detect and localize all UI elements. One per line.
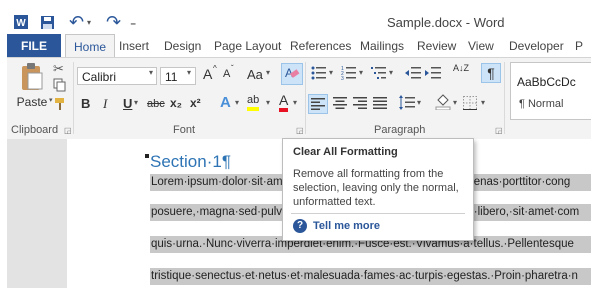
clipboard-launcher-icon[interactable]: ◲: [64, 126, 72, 135]
svg-text:W: W: [16, 18, 26, 29]
paragraph-handle-icon: [145, 154, 149, 158]
change-case-button[interactable]: Aa: [247, 67, 263, 82]
tab-insert[interactable]: Insert: [119, 34, 149, 58]
clear-formatting-tooltip: Clear All Formatting Remove all formatti…: [282, 138, 474, 241]
subscript-button[interactable]: x₂: [170, 96, 182, 110]
undo-icon[interactable]: ↶: [69, 8, 84, 36]
format-painter-icon[interactable]: [53, 97, 67, 114]
shrink-font-button[interactable]: A: [223, 68, 230, 80]
help-icon: ?: [293, 219, 307, 233]
bullets-dropdown-icon[interactable]: ▾: [329, 68, 333, 77]
numbering-icon[interactable]: 123: [341, 66, 357, 83]
style-preview: AaBbCcDc: [517, 75, 576, 89]
align-left-button[interactable]: [308, 94, 328, 114]
word-window: W ↶ ▾ ↷ ₌ Sample.docx - Word FILE Home I…: [0, 0, 591, 288]
clear-formatting-button[interactable]: A: [281, 63, 303, 85]
tab-truncated[interactable]: P: [575, 34, 583, 58]
tab-mailings[interactable]: Mailings: [360, 34, 404, 58]
document-heading[interactable]: Section·1¶: [150, 152, 231, 172]
style-normal-tile[interactable]: AaBbCcDc ¶ Normal: [510, 62, 591, 120]
tab-design[interactable]: Design: [164, 34, 201, 58]
sort-button[interactable]: A↓Z: [453, 64, 469, 73]
grow-font-caret-icon: ^: [213, 64, 217, 73]
save-icon[interactable]: [40, 8, 55, 36]
paste-icon: [22, 63, 43, 90]
document-text-line[interactable]: tristique·senectus·et·netus·et·malesuada…: [150, 268, 591, 285]
font-size-dropdown-icon[interactable]: ▾: [187, 68, 191, 77]
text-effects-dropdown-icon[interactable]: ▾: [235, 98, 239, 107]
paragraph-launcher-icon[interactable]: ◲: [495, 126, 503, 135]
font-color-button[interactable]: A: [279, 93, 289, 112]
copy-icon[interactable]: [53, 78, 67, 95]
ribbon-tabs: FILE Home Insert Design Page Layout Refe…: [7, 34, 591, 59]
justify-icon[interactable]: [373, 97, 387, 112]
multilevel-list-icon[interactable]: [371, 66, 387, 83]
shading-icon[interactable]: [435, 94, 451, 113]
paste-label: Paste: [16, 95, 48, 109]
svg-text:3: 3: [341, 76, 344, 80]
superscript-button[interactable]: x²: [190, 96, 201, 110]
bold-button[interactable]: B: [81, 96, 90, 111]
tell-me-more-label: Tell me more: [313, 220, 381, 232]
tab-developer[interactable]: Developer: [509, 34, 564, 58]
highlight-dropdown-icon[interactable]: ▾: [266, 98, 270, 107]
customize-qat-icon[interactable]: ₌: [130, 8, 136, 36]
italic-button[interactable]: I: [103, 96, 107, 112]
strikethrough-button[interactable]: abc: [147, 98, 165, 110]
tooltip-divider: [291, 213, 465, 214]
multilevel-dropdown-icon[interactable]: ▾: [389, 68, 393, 77]
line-spacing-dropdown-icon[interactable]: ▾: [417, 98, 421, 107]
borders-dropdown-icon[interactable]: ▾: [481, 98, 485, 107]
underline-button[interactable]: U: [123, 96, 132, 111]
grow-font-button[interactable]: A: [203, 66, 212, 82]
tooltip-description: Remove all formatting from the selection…: [293, 168, 459, 208]
align-center-icon[interactable]: [333, 97, 347, 112]
redo-icon[interactable]: ↷: [106, 8, 121, 36]
tab-view[interactable]: View: [468, 34, 494, 58]
tab-references[interactable]: References: [290, 34, 351, 58]
tab-review[interactable]: Review: [417, 34, 456, 58]
window-title: Sample.docx - Word: [387, 15, 505, 30]
font-name-dropdown-icon[interactable]: ▾: [149, 68, 153, 77]
paragraph-group-label: Paragraph: [374, 124, 426, 136]
font-name-input[interactable]: Calibri: [77, 67, 157, 85]
numbering-dropdown-icon[interactable]: ▾: [359, 68, 363, 77]
underline-dropdown-icon[interactable]: ▾: [134, 98, 138, 107]
tab-page-layout[interactable]: Page Layout: [214, 34, 281, 58]
paste-dropdown-icon[interactable]: ▾: [49, 96, 53, 104]
font-color-dropdown-icon[interactable]: ▾: [293, 98, 297, 107]
paste-button[interactable]: Paste: [15, 62, 49, 114]
style-name: ¶ Normal: [519, 98, 564, 110]
decrease-indent-icon[interactable]: [405, 66, 421, 83]
text-effects-button[interactable]: A: [220, 94, 231, 111]
group-separator: [504, 62, 505, 134]
tell-me-more-link[interactable]: ? Tell me more: [293, 219, 380, 233]
clipboard-group-label: Clipboard: [11, 124, 59, 136]
increase-indent-icon[interactable]: [425, 66, 441, 83]
borders-icon[interactable]: [463, 96, 477, 113]
align-left-icon: [311, 98, 325, 110]
font-group-label: Font: [173, 124, 196, 136]
bullets-icon[interactable]: [311, 66, 327, 83]
group-separator: [73, 62, 74, 134]
word-app-icon[interactable]: W: [13, 8, 29, 36]
align-right-icon[interactable]: [353, 97, 367, 112]
undo-dropdown-icon[interactable]: ▾: [87, 8, 91, 36]
change-case-dropdown-icon[interactable]: ▾: [266, 68, 270, 77]
shrink-font-caret-icon: ˇ: [231, 64, 234, 73]
show-formatting-marks-button[interactable]: ¶: [481, 63, 501, 83]
shading-dropdown-icon[interactable]: ▾: [453, 98, 457, 107]
clear-formatting-icon: A: [285, 66, 300, 80]
tab-home[interactable]: Home: [65, 34, 116, 59]
font-launcher-icon[interactable]: ◲: [296, 126, 304, 135]
cut-icon[interactable]: ✂: [53, 61, 64, 77]
ribbon-home: Paste ▾ ✂ Clipboard ◲ Calibri ▾ 11 ▾ A ^…: [7, 57, 591, 140]
line-spacing-icon[interactable]: [399, 95, 415, 113]
tooltip-title: Clear All Formatting: [293, 146, 398, 158]
title-bar: W ↶ ▾ ↷ ₌ Sample.docx - Word: [7, 8, 591, 36]
tab-file[interactable]: FILE: [7, 34, 61, 58]
group-separator: [305, 62, 306, 134]
highlight-color-button[interactable]: ab: [247, 94, 260, 111]
